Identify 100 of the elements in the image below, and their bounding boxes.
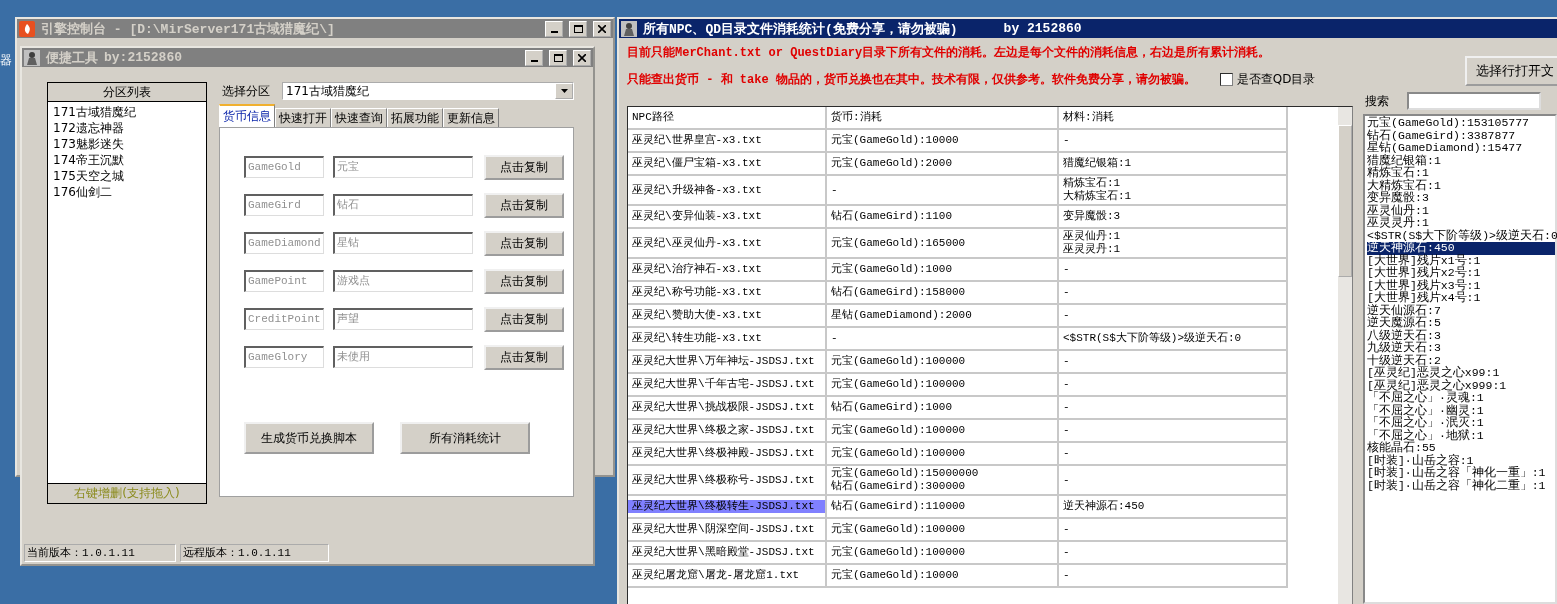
list-header: 分区列表 [48, 83, 206, 102]
table-cell: 元宝(GameGold):10000 [827, 130, 1059, 153]
maximize-button[interactable] [569, 20, 587, 37]
table-cell: 巫灵纪\变异仙装-x3.txt [628, 206, 827, 229]
copy-button[interactable]: 点击复制 [484, 154, 564, 180]
total-item[interactable]: 变异魔骰:3 [1367, 192, 1555, 205]
total-item[interactable]: 逆天魔源石:5 [1367, 317, 1555, 330]
table-cell: - [1059, 420, 1288, 443]
total-item[interactable]: 「不屈之心」·地狱:1 [1367, 429, 1555, 442]
partition-item[interactable]: 172遗忘神器 [53, 120, 201, 136]
status-cell: 远程版本：1.0.1.11 [180, 544, 329, 562]
total-item[interactable]: <$STR(S$大下阶等级)>级逆天石:0 [1367, 229, 1555, 242]
table-cell: 巫灵纪大世界\终极神殿-JSDSJ.txt [628, 443, 827, 466]
scrollbar[interactable] [1338, 107, 1352, 604]
table-cell: 元宝(GameGold):165000 [827, 229, 1059, 259]
total-item[interactable]: 逆天神源石:450 [1367, 242, 1555, 255]
table-cell: 元宝(GameGold):100000 [827, 351, 1059, 374]
tab[interactable]: 更新信息 [443, 108, 499, 127]
total-item[interactable]: 巫灵灵丹:1 [1367, 217, 1555, 230]
column-header[interactable]: 材料:消耗 [1059, 107, 1288, 130]
table-cell: 巫灵纪\转生功能-x3.txt [628, 328, 827, 351]
total-item[interactable]: 巫灵仙丹:1 [1367, 204, 1555, 217]
total-item[interactable]: [巫灵纪]恶灵之心x999:1 [1367, 379, 1555, 392]
table-cell: - [1059, 397, 1288, 420]
total-item[interactable]: 元宝(GameGold):153105777 [1367, 117, 1555, 130]
table-cell: 元宝(GameGold):2000 [827, 153, 1059, 176]
total-item[interactable]: [大世界]残片x1号:1 [1367, 254, 1555, 267]
tab[interactable]: 货币信息 [219, 104, 275, 127]
total-item[interactable]: 逆天仙源石:7 [1367, 304, 1555, 317]
table-cell: - [1059, 259, 1288, 282]
minimize-icon [530, 59, 538, 62]
table-cell: 巫灵纪大世界\终极称号-JSDSJ.txt [628, 466, 827, 496]
copy-button[interactable]: 点击复制 [484, 306, 564, 332]
table-cell: - [1059, 565, 1288, 588]
total-item[interactable]: 精炼宝石:1 [1367, 167, 1555, 180]
tab[interactable]: 快速打开 [275, 108, 331, 127]
close-button[interactable] [593, 20, 611, 37]
total-item[interactable]: [巫灵纪]恶灵之心x99:1 [1367, 367, 1555, 380]
copy-button[interactable]: 点击复制 [484, 230, 564, 256]
total-item[interactable]: 「不屈之心」·灵魂:1 [1367, 392, 1555, 405]
notice-text: 只能查出货币 - 和 take 物品的，货币兑换也在其中。技术有限，仅供参考。软件免费分享，请勿被骗。 [627, 71, 1196, 88]
copy-button[interactable]: 点击复制 [484, 192, 564, 218]
maximize-button[interactable] [549, 49, 567, 66]
partition-item[interactable]: 174帝王沉默 [53, 152, 201, 168]
maximize-icon [573, 24, 583, 33]
total-item[interactable]: 九级逆天石:3 [1367, 342, 1555, 355]
total-item[interactable]: 「不屈之心」·幽灵:1 [1367, 404, 1555, 417]
table-cell: 猎魔纪银箱:1 [1059, 153, 1288, 176]
total-item[interactable]: [大世界]残片x3号:1 [1367, 279, 1555, 292]
table-cell: 巫灵纪大世界\阴深空间-JSDSJ.txt [628, 519, 827, 542]
total-item[interactable]: [时装]·山岳之容「神化一重」:1 [1367, 467, 1555, 480]
total-item[interactable]: 「不屈之心」·泯灭:1 [1367, 417, 1555, 430]
copy-button[interactable]: 点击复制 [484, 268, 564, 294]
total-item[interactable]: [时装]·山岳之容:1 [1367, 454, 1555, 467]
partition-item[interactable]: 173魅影迷失 [53, 136, 201, 152]
table-cell: - [1059, 282, 1288, 305]
table-cell: 巫灵纪\巫灵仙丹-x3.txt [628, 229, 827, 259]
minimize-button[interactable] [525, 49, 543, 66]
partition-dropdown[interactable]: 171古域猎魔纪 [282, 82, 574, 100]
copy-button[interactable]: 点击复制 [484, 344, 564, 370]
desktop-icon-label: 器 [0, 52, 12, 69]
total-item[interactable]: 十级逆天石:2 [1367, 354, 1555, 367]
total-item[interactable]: [时装]·山岳之容「神化二重」:1 [1367, 479, 1555, 492]
action-button[interactable]: 所有消耗统计 [400, 422, 530, 454]
column-header[interactable]: NPC路径 [628, 107, 827, 130]
total-item[interactable]: 钻石(GameGird):3387877 [1367, 129, 1555, 142]
partition-item[interactable]: 176仙剑二 [53, 184, 201, 200]
author-label: by:2152860 [104, 50, 182, 65]
search-field[interactable] [1407, 92, 1541, 110]
action-button[interactable]: 生成货币兑换脚本 [244, 422, 374, 454]
column-header[interactable]: 货币:消耗 [827, 107, 1059, 130]
qd-checkbox[interactable]: 是否查QD目录 [1219, 71, 1316, 88]
table-cell: - [1059, 130, 1288, 153]
table-cell: <$STR(S$大下阶等级)>级逆天石:0 [1059, 328, 1288, 351]
total-item[interactable]: 核能晶石:55 [1367, 442, 1555, 455]
close-icon [578, 53, 586, 62]
open-button[interactable]: 选择行打开文 [1465, 56, 1557, 86]
table-cell: - [1059, 351, 1288, 374]
close-button[interactable] [573, 49, 591, 66]
window-title: 引擎控制台 - [D:\MirServer171古域猎魔纪\] [41, 20, 335, 38]
total-item[interactable]: 大精炼宝石:1 [1367, 179, 1555, 192]
minimize-button[interactable] [545, 20, 563, 37]
table-cell: 巫灵纪大世界\终极转生-JSDSJ.txt [628, 496, 827, 519]
partition-item[interactable]: 171古域猎魔纪 [53, 104, 201, 120]
table-cell: 巫灵纪\世界皇宫-x3.txt [628, 130, 827, 153]
table-cell: 星钻(GameDiamond):2000 [827, 305, 1059, 328]
flame-icon [19, 20, 35, 37]
tab[interactable]: 快速查询 [331, 108, 387, 127]
table-cell: - [1059, 466, 1288, 496]
table-cell: 巫灵纪\僵尸宝箱-x3.txt [628, 153, 827, 176]
partition-item[interactable]: 175天空之城 [53, 168, 201, 184]
table-cell: 元宝(GameGold):100000 [827, 542, 1059, 565]
total-item[interactable]: [大世界]残片x2号:1 [1367, 267, 1555, 280]
tab[interactable]: 拓展功能 [387, 108, 443, 127]
total-item[interactable]: 八级逆天石:3 [1367, 329, 1555, 342]
table-cell: 巫灵纪大世界\挑战极限-JSDSJ.txt [628, 397, 827, 420]
table-cell: - [827, 176, 1059, 206]
table-cell: - [1059, 542, 1288, 565]
total-item[interactable]: 猎魔纪银箱:1 [1367, 154, 1555, 167]
total-item[interactable]: 星钻(GameDiamond):15477 [1367, 142, 1555, 155]
